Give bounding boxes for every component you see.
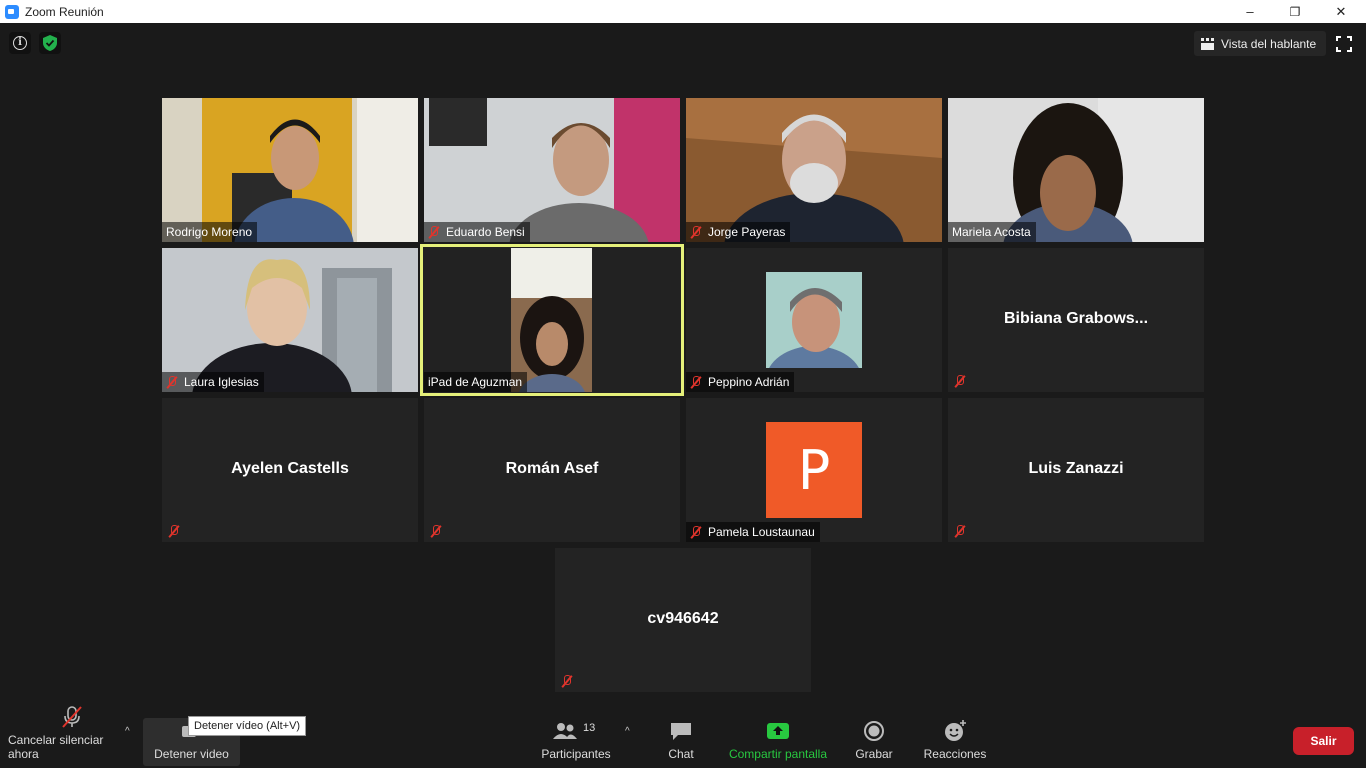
participant-display-name: Román Asef: [505, 460, 599, 477]
participant-video: [511, 248, 592, 392]
participant-tile-roman-asef[interactable]: Román Asef: [424, 398, 680, 542]
participant-tile-laura-iglesias[interactable]: Laura Iglesias: [162, 248, 418, 392]
muted-mic-icon: [954, 375, 966, 388]
participant-name-label: Laura Iglesias: [162, 372, 264, 392]
participant-video: [162, 248, 418, 392]
participant-tile-mariela-acosta[interactable]: Mariela Acosta: [948, 98, 1204, 242]
participant-name-label: Jorge Payeras: [686, 222, 791, 242]
participant-name-label: Eduardo Bensi: [424, 222, 530, 242]
participant-display-name: cv946642: [647, 610, 719, 627]
share-screen-button[interactable]: Compartir pantalla: [727, 718, 829, 766]
fullscreen-icon: [1336, 36, 1352, 52]
smiley-icon: [943, 720, 967, 742]
speaker-view-button[interactable]: Vista del hablante: [1194, 31, 1327, 56]
participant-tile-rodrigo-moreno[interactable]: Rodrigo Moreno: [162, 98, 418, 242]
participant-tile-luis-zanazzi[interactable]: Luis Zanazzi: [948, 398, 1204, 542]
minimize-button[interactable]: –: [1227, 0, 1273, 23]
participant-tile-jorge-payeras[interactable]: Jorge Payeras: [686, 98, 942, 242]
participant-video: [686, 98, 942, 242]
muted-mic-icon: [954, 525, 966, 538]
muted-mic-icon: [690, 375, 702, 389]
record-icon: [862, 720, 886, 742]
window-titlebar: Zoom Reunión – ❐ ✕: [0, 0, 1366, 23]
muted-mic-icon: [166, 375, 178, 389]
participant-name-label: Rodrigo Moreno: [162, 222, 258, 242]
chat-button[interactable]: Chat: [660, 718, 702, 766]
unmute-button[interactable]: Cancelar silenciar ahora: [8, 706, 136, 766]
participants-button[interactable]: 13 Participantes: [540, 718, 612, 766]
muted-mic-icon: [428, 225, 440, 239]
participant-display-name: Ayelen Castells: [231, 460, 349, 477]
reactions-button[interactable]: Reacciones: [923, 718, 987, 766]
muted-mic-icon: [690, 525, 702, 539]
participants-icon: 13: [551, 720, 601, 742]
participant-video: [162, 98, 418, 242]
fullscreen-button[interactable]: [1334, 34, 1354, 54]
participant-tile-ipad-de-aguzman[interactable]: iPad de Aguzman: [420, 244, 684, 396]
profile-photo: [766, 272, 862, 368]
close-button[interactable]: ✕: [1318, 0, 1364, 23]
zoom-app-icon: [5, 4, 19, 19]
participants-count: 13: [583, 722, 596, 734]
participant-tile-bibiana-grabows[interactable]: Bibiana Grabows...: [948, 248, 1204, 392]
participant-name-label: Mariela Acosta: [948, 222, 1036, 242]
participant-display-name: Bibiana Grabows...: [1003, 310, 1149, 327]
muted-mic-icon: [561, 675, 573, 688]
muted-mic-icon: [430, 525, 442, 538]
participant-tile-peppino-adrian[interactable]: Peppino Adrián: [686, 248, 942, 392]
encryption-button[interactable]: [39, 32, 61, 54]
participant-name-label: iPad de Aguzman: [424, 372, 528, 392]
share-screen-icon: [766, 720, 790, 742]
speaker-view-label: Vista del hablante: [1221, 36, 1317, 51]
meeting-info-button[interactable]: i: [9, 32, 31, 54]
info-icon: i: [13, 36, 27, 50]
participant-display-name: Luis Zanazzi: [1028, 460, 1124, 477]
tooltip: Detener vídeo (Alt+V): [188, 716, 307, 736]
participant-tile-cv946642[interactable]: cv946642: [555, 548, 811, 692]
participant-tile-eduardo-bensi[interactable]: Eduardo Bensi: [424, 98, 680, 242]
avatar: P: [766, 422, 862, 518]
audio-options-caret[interactable]: ^: [125, 726, 130, 737]
shield-check-icon: [43, 35, 57, 51]
record-button[interactable]: Grabar: [853, 718, 895, 766]
muted-mic-icon: [168, 525, 180, 538]
window-title: Zoom Reunión: [25, 4, 104, 19]
restore-button[interactable]: ❐: [1272, 0, 1318, 23]
participant-name-label: Peppino Adrián: [686, 372, 795, 392]
participant-tile-pamela-loustaunau[interactable]: P Pamela Loustaunau: [686, 398, 942, 542]
participant-tile-ayelen-castells[interactable]: Ayelen Castells: [162, 398, 418, 542]
leave-button[interactable]: Salir: [1293, 727, 1354, 755]
muted-mic-icon: [690, 225, 702, 239]
participant-video: [424, 98, 680, 242]
participants-options-caret[interactable]: ^: [625, 726, 630, 737]
participant-video: [948, 98, 1204, 242]
chat-icon: [669, 720, 693, 742]
muted-mic-icon: [60, 706, 84, 728]
meeting-info-group: i: [9, 32, 61, 54]
participant-name-label: Pamela Loustaunau: [686, 522, 820, 542]
speaker-view-icon: [1201, 37, 1214, 50]
